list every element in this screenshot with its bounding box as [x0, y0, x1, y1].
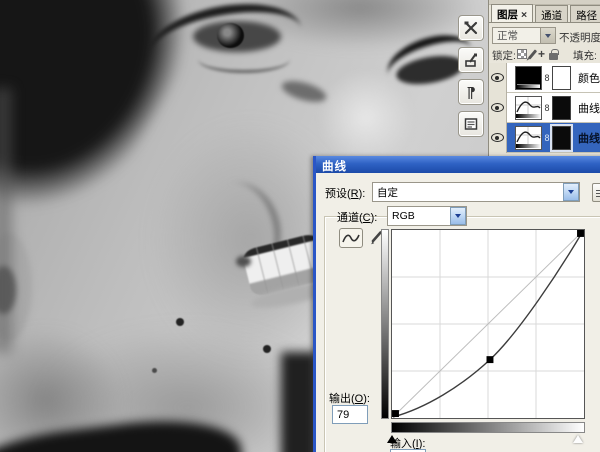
preset-options-button[interactable] — [592, 183, 600, 202]
dialog-title: 曲线 — [322, 161, 347, 173]
blend-mode-value: 正常 — [497, 30, 518, 42]
blend-mode-select[interactable]: 正常 — [492, 27, 556, 44]
opacity-label: 不透明度: — [559, 32, 600, 44]
preset-label: 预设(R): — [325, 188, 366, 200]
mole — [263, 345, 271, 353]
curves-layer-thumbnail[interactable] — [515, 95, 542, 120]
edge-shadow — [0, 88, 12, 353]
layer-mask-thumbnail[interactable] — [550, 123, 573, 152]
output-value-field[interactable] — [332, 405, 368, 424]
channel-value: RGB — [392, 210, 415, 222]
mole — [176, 318, 184, 326]
curve-point-mode-button[interactable] — [339, 228, 363, 248]
curve-point-selected[interactable] — [486, 356, 494, 364]
panel-icon-strip: ¶ — [458, 0, 486, 156]
paragraph-icon: ¶ — [466, 83, 476, 101]
chevron-down-icon[interactable] — [450, 207, 466, 225]
curve-grid[interactable] — [391, 229, 585, 419]
link-icon: 8 — [544, 102, 550, 113]
thumbnail-slider-bar — [517, 83, 540, 88]
shoulder-shape — [281, 352, 317, 452]
input-gradient-bar — [391, 422, 585, 433]
lock-move-icon[interactable]: + — [538, 48, 545, 60]
fill-layer-thumbnail[interactable] — [515, 65, 542, 90]
layer-list: 8 颜色填充 8 曲线 1 — [489, 62, 600, 153]
brush-panel-button[interactable] — [458, 47, 484, 73]
curve-point-icon — [342, 234, 360, 243]
curve-plot — [392, 230, 584, 418]
tab-layers[interactable]: 图层 × — [491, 4, 534, 22]
curves-dialog: 曲线 预设(R): 自定 通道(C): RGB 输出(O): 79 输入(I): — [313, 156, 600, 452]
highlight-input-slider[interactable] — [573, 435, 583, 443]
eyelid-shape — [198, 46, 290, 73]
layer-comps-icon — [464, 118, 478, 130]
eye-icon[interactable] — [491, 133, 504, 142]
channel-select[interactable]: RGB — [387, 206, 467, 226]
visibility-cell[interactable] — [489, 122, 507, 153]
link-icon: 8 — [544, 72, 550, 83]
fill-label: 填充: — [573, 50, 597, 62]
curve-point-highlight[interactable] — [577, 230, 584, 237]
crossed-tools-icon — [464, 21, 478, 35]
tab-layers-label: 图层 — [497, 9, 518, 21]
lock-all-icon[interactable] — [549, 49, 559, 60]
tab-paths-label: 路径 — [576, 10, 598, 22]
layer-name[interactable]: 曲线 1 — [578, 100, 600, 116]
layer-comps-panel-button[interactable] — [458, 111, 484, 137]
brush-cup-icon — [465, 53, 477, 67]
eye-icon[interactable] — [491, 103, 504, 112]
layer-name[interactable]: 颜色填充 — [578, 70, 600, 86]
mouth-corner — [236, 256, 251, 267]
eye-shape — [217, 23, 244, 48]
curve-point-shadow[interactable] — [392, 410, 399, 418]
photoshop-workspace: ¶ 图层 × 通道 路径 正常 不透明度: 锁定: + 填充: 8 颜色 8 曲… — [0, 0, 600, 452]
crossed-tools-button[interactable] — [458, 15, 484, 41]
tab-paths[interactable]: 路径 — [570, 5, 600, 22]
tab-channels-label: 通道 — [541, 10, 563, 22]
chevron-down-icon[interactable] — [540, 28, 555, 43]
layer-row-curves-1[interactable]: 8 曲线 1 — [489, 92, 600, 123]
layer-row-color-fill[interactable]: 8 颜色填充 — [489, 62, 600, 93]
mini-curve-icon — [516, 96, 541, 118]
preset-value: 自定 — [377, 186, 398, 199]
panel-tabs: 图层 × 通道 路径 — [489, 4, 600, 23]
layer-mask-thumbnail[interactable] — [552, 65, 571, 90]
lock-row: 锁定: + 填充: — [489, 46, 600, 63]
layer-row-curves-2[interactable]: 8 曲线 2 — [489, 122, 600, 153]
lock-transparency-icon[interactable] — [517, 49, 527, 59]
link-icon: 8 — [544, 132, 550, 143]
layer-name[interactable]: 曲线 2 — [578, 130, 600, 146]
lock-label: 锁定: — [492, 50, 516, 62]
blend-mode-row: 正常 不透明度: — [489, 24, 600, 46]
mole — [152, 368, 157, 373]
paragraph-panel-button[interactable]: ¶ — [458, 79, 484, 105]
chevron-down-icon[interactable] — [563, 183, 579, 201]
layers-panel: 图层 × 通道 路径 正常 不透明度: 锁定: + 填充: 8 颜色 8 曲线 … — [488, 0, 600, 156]
channel-label: 通道(C): — [337, 212, 378, 224]
lock-paint-icon[interactable] — [527, 48, 538, 60]
visibility-cell[interactable] — [489, 62, 507, 93]
output-label: 输出(O): — [329, 393, 370, 405]
output-gradient-bar — [381, 229, 389, 419]
dialog-title-bar[interactable]: 曲线 — [316, 156, 600, 173]
eye-icon[interactable] — [491, 73, 504, 82]
tab-channels[interactable]: 通道 — [535, 5, 569, 22]
layer-mask-thumbnail[interactable] — [552, 95, 571, 120]
curves-layer-thumbnail[interactable] — [515, 125, 542, 150]
mini-curve-icon — [516, 126, 541, 148]
visibility-cell[interactable] — [489, 92, 507, 123]
tab-close-icon[interactable]: × — [521, 9, 527, 21]
preset-select[interactable]: 自定 — [372, 182, 580, 202]
